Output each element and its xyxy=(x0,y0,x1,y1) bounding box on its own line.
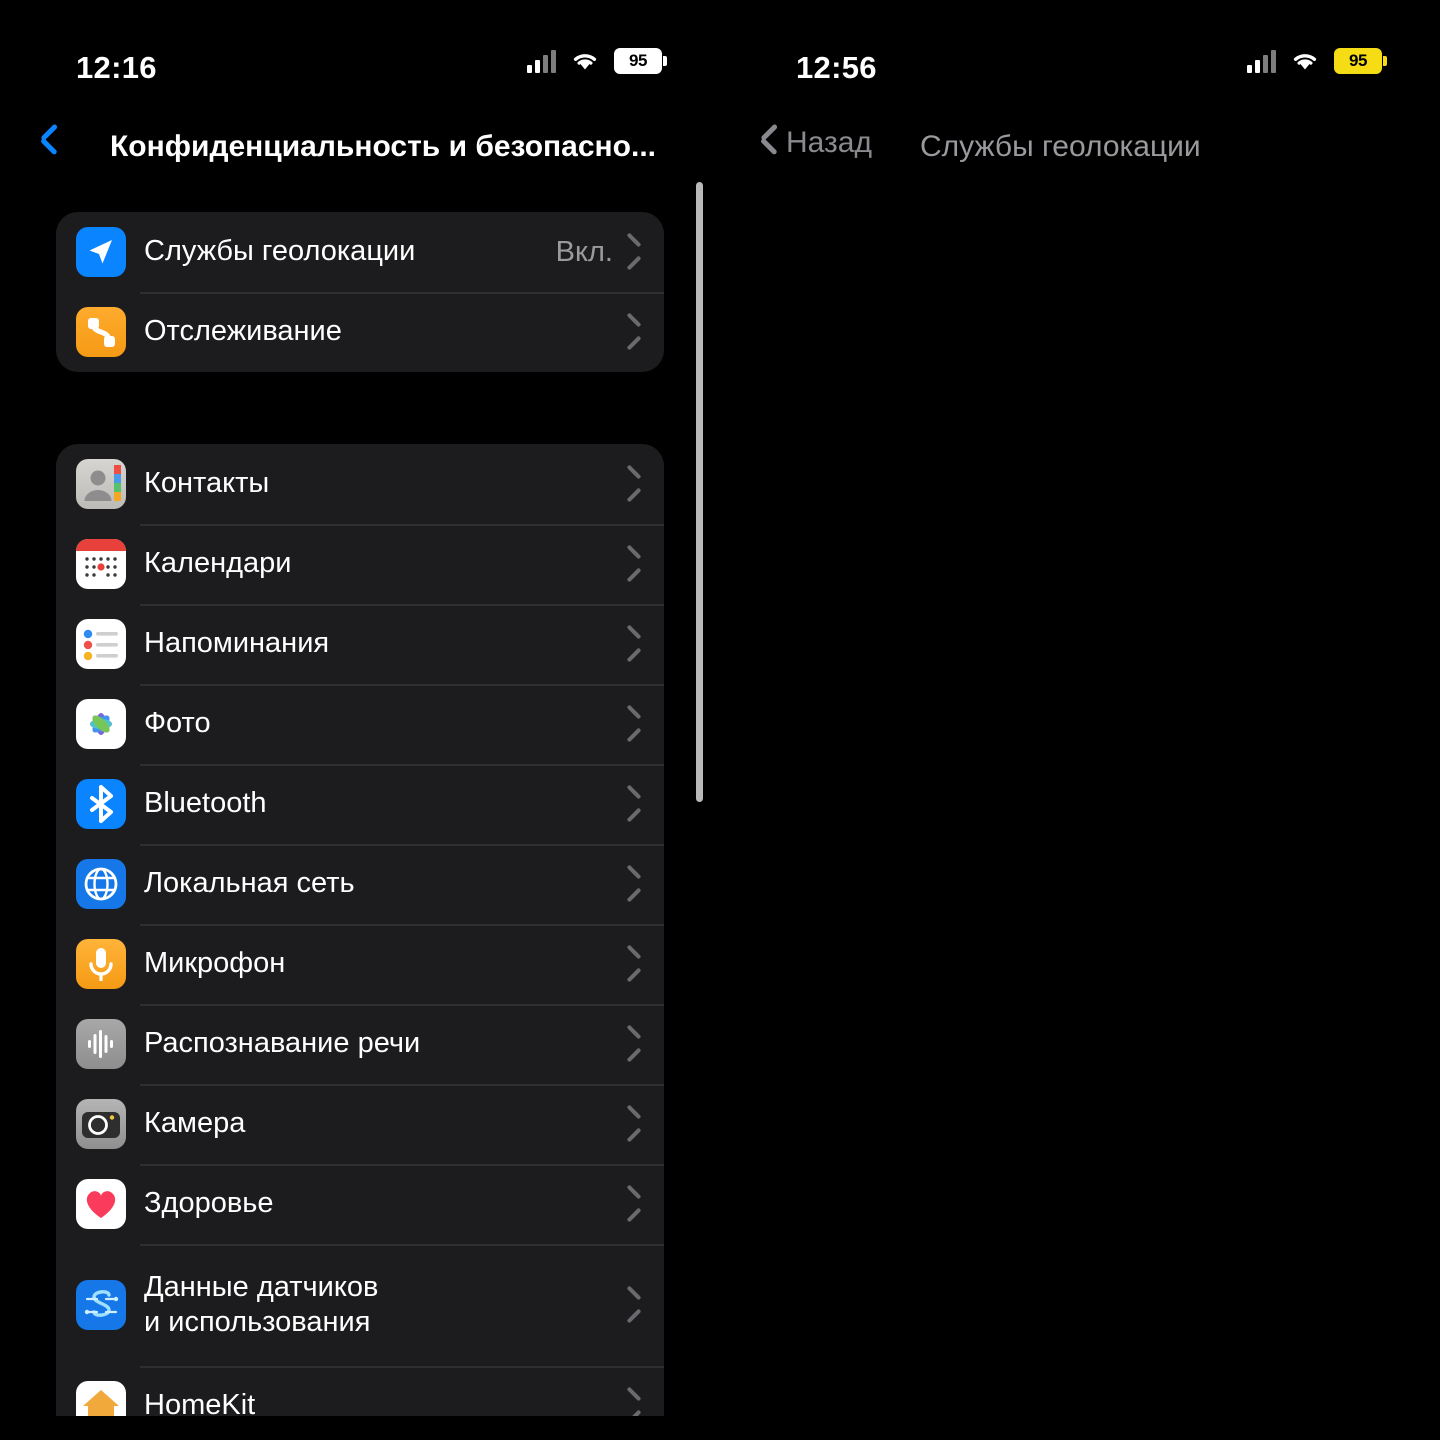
list-item-label: Фото xyxy=(144,707,211,740)
battery-percent: 95 xyxy=(1348,51,1368,70)
list-item-local-network[interactable]: Локальная сеть xyxy=(56,844,664,924)
microphone-icon xyxy=(76,939,126,989)
right-phone-screen: 12:56 95 Назад Службы геолокации Службы … xyxy=(720,0,1440,1440)
battery-indicator: 95 xyxy=(1334,48,1387,74)
list-item-value: Вкл. xyxy=(555,235,613,268)
speech-recognition-icon xyxy=(76,1019,126,1069)
list-item-label: Камера xyxy=(144,1107,246,1140)
list-item-label: Микрофон xyxy=(144,947,286,980)
back-button[interactable]: Назад xyxy=(758,126,872,160)
list-item-label: Bluetooth xyxy=(144,787,267,820)
location-arrow-icon xyxy=(76,227,126,277)
list-item-microphone[interactable]: Микрофон xyxy=(56,924,664,1004)
list-item-label: Локальная сеть xyxy=(144,867,355,900)
chevron-right-icon xyxy=(627,711,642,737)
list-item-camera[interactable]: Камера xyxy=(56,1084,664,1164)
bottom-crop-mask xyxy=(0,1416,1440,1440)
list-item-contacts[interactable]: Контакты xyxy=(56,444,664,524)
status-icons: 95 xyxy=(1247,48,1387,74)
list-item-reminders[interactable]: Напоминания xyxy=(56,604,664,684)
chevron-right-icon xyxy=(627,1292,642,1318)
bluetooth-icon xyxy=(76,779,126,829)
list-item-tracking[interactable]: Отслеживание xyxy=(56,292,664,372)
status-time: 12:56 xyxy=(796,50,877,85)
battery-percent: 95 xyxy=(628,51,648,70)
back-button[interactable] xyxy=(38,126,58,160)
chevron-left-icon xyxy=(38,126,58,160)
list-item-speech-recognition[interactable]: Распознавание речи xyxy=(56,1004,664,1084)
chevron-right-icon xyxy=(627,871,642,897)
calendar-icon xyxy=(76,539,126,589)
health-icon xyxy=(76,1179,126,1229)
privacy-primary-group: Службы геолокации Вкл. Отслеживание xyxy=(56,212,664,372)
photos-icon xyxy=(76,699,126,749)
sensor-data-icon xyxy=(76,1280,126,1330)
chevron-right-icon xyxy=(627,1031,642,1057)
tracking-icon xyxy=(76,307,126,357)
battery-indicator: 95 xyxy=(614,48,667,74)
page-title: Службы геолокации xyxy=(920,130,1201,163)
list-item-label: Распознавание речи xyxy=(144,1027,421,1060)
list-item-label: Календари xyxy=(144,547,292,580)
cellular-signal-icon xyxy=(1247,49,1276,73)
list-item-location-services[interactable]: Службы геолокации Вкл. xyxy=(56,212,664,292)
list-item-health[interactable]: Здоровье xyxy=(56,1164,664,1244)
status-time: 12:16 xyxy=(76,50,157,85)
reminders-icon xyxy=(76,619,126,669)
list-item-label: Службы геолокации xyxy=(144,235,416,268)
chevron-right-icon xyxy=(627,1191,642,1217)
status-bar-left: 12:16 95 xyxy=(0,0,720,110)
chevron-right-icon xyxy=(627,471,642,497)
wifi-icon xyxy=(570,50,600,72)
chevron-right-icon xyxy=(627,319,642,345)
list-item-sensor-data[interactable]: Данные датчиков и использования xyxy=(56,1244,664,1366)
status-bar-right: 12:56 95 xyxy=(720,0,1440,110)
status-icons: 95 xyxy=(527,48,667,74)
nav-bar-left: Конфиденциальность и безопасно... xyxy=(0,110,720,190)
list-item-label: Данные датчиков и использования xyxy=(144,1270,379,1338)
list-item-label: Отслеживание xyxy=(144,315,342,348)
list-item-label: Напоминания xyxy=(144,627,330,660)
camera-icon xyxy=(76,1099,126,1149)
nav-bar-right: Назад Службы геолокации xyxy=(720,110,1440,190)
list-item-bluetooth[interactable]: Bluetooth xyxy=(56,764,664,844)
list-item-label: Здоровье xyxy=(144,1187,274,1220)
list-item-photos[interactable]: Фото xyxy=(56,684,664,764)
chevron-right-icon xyxy=(627,1111,642,1137)
chevron-right-icon xyxy=(627,551,642,577)
back-button-label: Назад xyxy=(786,126,872,159)
chevron-right-icon xyxy=(627,951,642,977)
chevron-right-icon xyxy=(627,631,642,657)
chevron-right-icon xyxy=(627,791,642,817)
vertical-scrollbar[interactable] xyxy=(696,182,703,802)
privacy-apps-group: Контакты Календари Напоминания Фото Blue… xyxy=(56,444,664,1440)
contacts-icon xyxy=(76,459,126,509)
list-item-label: Контакты xyxy=(144,467,270,500)
chevron-left-icon xyxy=(758,126,778,160)
local-network-icon xyxy=(76,859,126,909)
page-title: Конфиденциальность и безопасно... xyxy=(110,130,656,163)
wifi-icon xyxy=(1290,50,1320,72)
list-item-calendars[interactable]: Календари xyxy=(56,524,664,604)
cellular-signal-icon xyxy=(527,49,556,73)
left-phone-screen: 12:16 95 Конфиденциальность и безопасно.… xyxy=(0,0,720,1440)
chevron-right-icon xyxy=(627,239,642,265)
